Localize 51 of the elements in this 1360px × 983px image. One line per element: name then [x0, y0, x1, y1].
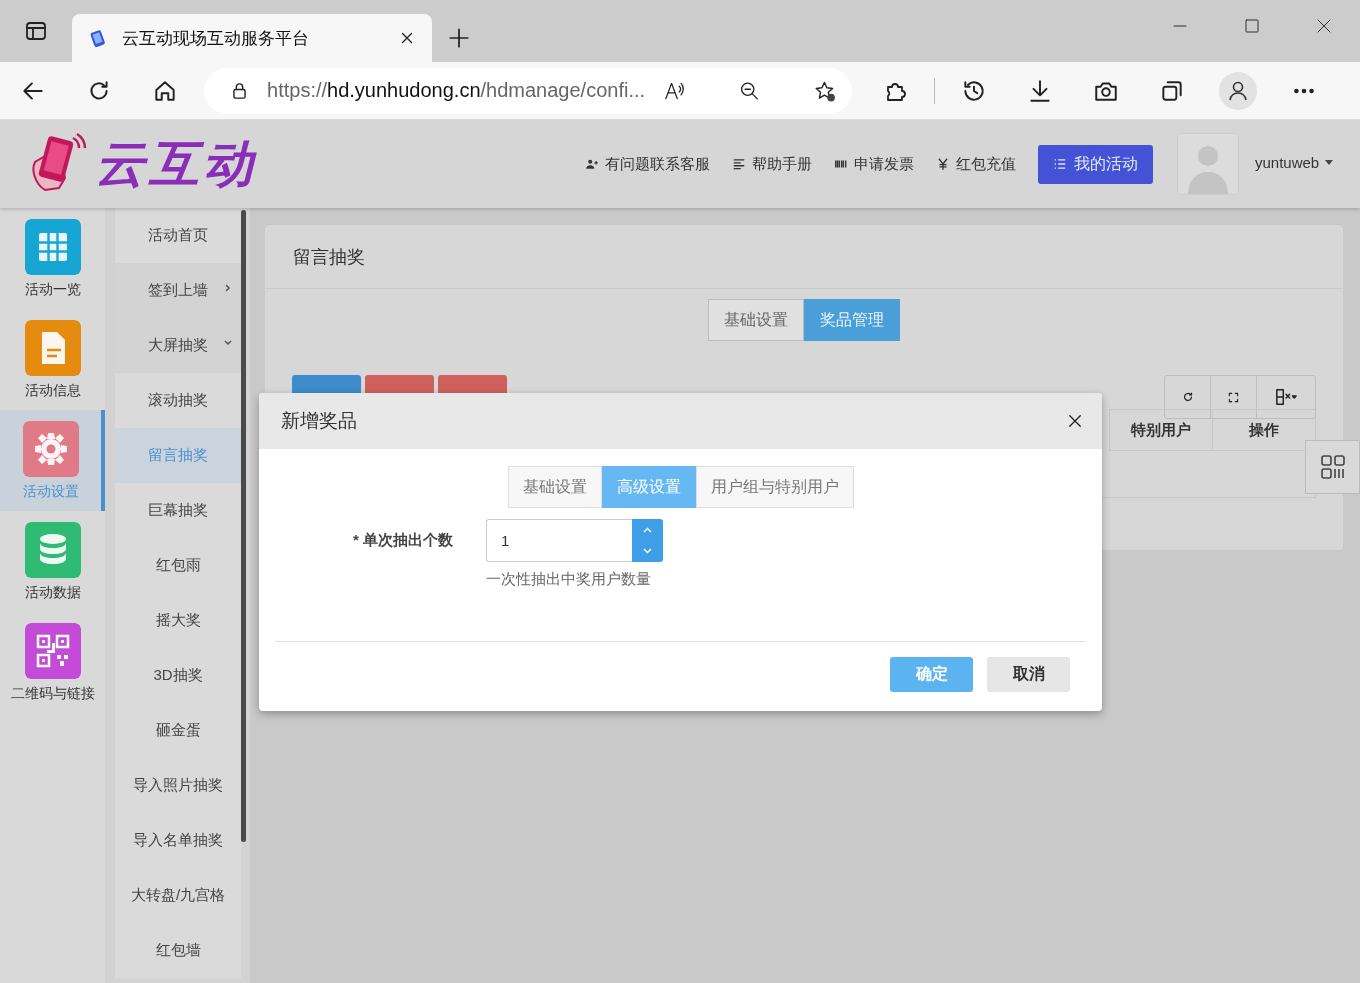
logo-text: 云互动 — [95, 134, 257, 194]
submenu-item[interactable]: 导入名单抽奖 — [115, 813, 241, 868]
header-link[interactable]: 红包充值 — [936, 154, 1016, 174]
grid-icon[interactable] — [1319, 454, 1346, 480]
tab[interactable]: 用户组与特别用户 — [695, 466, 854, 508]
nav-item[interactable]: 活动信息 — [0, 309, 105, 410]
columns-icon[interactable] — [1275, 386, 1297, 408]
submenu-item[interactable]: 巨幕抽奖 — [115, 483, 241, 538]
nav-item[interactable]: 活动数据 — [0, 511, 105, 612]
tab[interactable]: 基础设置 — [708, 299, 804, 341]
fullscreen-icon[interactable] — [1228, 391, 1239, 403]
yen-icon — [936, 157, 950, 171]
header-link[interactable]: 申请发票 — [834, 154, 914, 174]
address-bar[interactable]: https://hd.yunhudong.cn/hdmanage/confi... — [204, 67, 852, 114]
modal-title: 新增奖品 — [281, 409, 358, 433]
submenu-item[interactable]: 红包雨 — [115, 538, 241, 593]
list-icon — [1053, 157, 1067, 171]
sidebar-icon[interactable] — [24, 19, 48, 43]
nav-item[interactable]: 活动一览 — [0, 208, 105, 309]
number-input[interactable]: 1 — [486, 519, 632, 562]
my-activities-button[interactable]: 我的活动 — [1038, 144, 1153, 184]
header-link[interactable]: 有问题联系客服 — [585, 154, 710, 174]
field-label: * 单次抽出个数 — [352, 531, 453, 550]
panel-title: 留言抽奖 — [293, 245, 365, 269]
maximize-icon[interactable] — [1244, 18, 1260, 34]
header-link[interactable]: 帮助手册 — [732, 154, 812, 174]
tab-title: 云互动现场互动服务平台 — [122, 27, 310, 50]
tab[interactable]: 基础设置 — [507, 466, 602, 508]
download-icon[interactable] — [1027, 77, 1053, 104]
submenu-item[interactable]: 砸金蛋 — [115, 703, 241, 758]
nav-item[interactable]: 二维码与链接 — [0, 612, 105, 713]
profile-icon[interactable] — [1219, 71, 1257, 110]
refresh-icon[interactable] — [1181, 391, 1194, 403]
submenu-item[interactable]: 红包墙 — [115, 923, 241, 978]
browser-tab[interactable]: 云互动现场互动服务平台 — [72, 14, 432, 62]
cancel-button[interactable]: 取消 — [987, 657, 1070, 692]
submenu-item[interactable]: 3D抽奖 — [115, 648, 241, 703]
close-icon[interactable] — [1316, 18, 1332, 34]
column-header: 特别用户 — [1109, 409, 1212, 451]
list-icon — [732, 157, 746, 171]
submenu-item[interactable]: 导入照片抽奖 — [115, 758, 241, 813]
submenu-item[interactable]: 大转盘/九宫格 — [115, 868, 241, 923]
caret-icon — [1325, 159, 1334, 165]
close-icon[interactable] — [1068, 414, 1082, 428]
submenu-item[interactable]: 摇大奖 — [115, 593, 241, 648]
user-menu[interactable]: yuntuweb — [1255, 153, 1334, 171]
submenu-item[interactable]: 活动首页 — [115, 208, 241, 263]
user-add-icon — [585, 157, 599, 171]
submenu-item[interactable]: 滚动抽奖 — [115, 373, 241, 428]
url-text: https://hd.yunhudong.cn/hdmanage/confi... — [267, 79, 646, 102]
field-hint: 一次性抽出中奖用户数量 — [486, 570, 652, 589]
